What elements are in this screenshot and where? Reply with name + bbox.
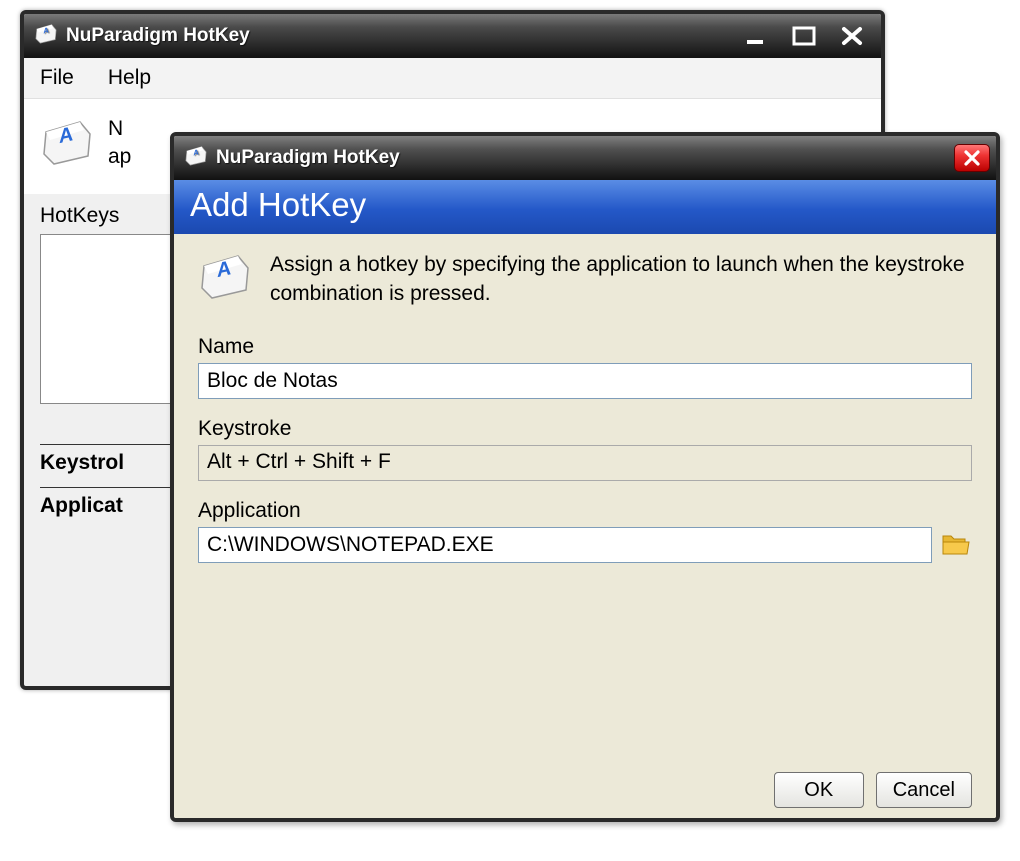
dialog-close-button[interactable]	[954, 144, 990, 172]
menu-help[interactable]: Help	[102, 62, 157, 94]
close-button[interactable]	[831, 22, 873, 50]
application-input[interactable]	[198, 527, 932, 563]
add-hotkey-dialog: A NuParadigm HotKey Add HotKey A Assign …	[170, 132, 1000, 822]
app-icon: A	[34, 22, 58, 50]
name-label: Name	[198, 335, 972, 359]
keycap-icon: A	[198, 250, 252, 305]
minimize-button[interactable]	[735, 22, 777, 50]
main-description: N ap	[108, 115, 131, 172]
menu-file[interactable]: File	[34, 62, 80, 94]
desc-line-2: ap	[108, 143, 131, 171]
dialog-description: Assign a hotkey by specifying the applic…	[270, 250, 972, 309]
main-title: NuParadigm HotKey	[66, 25, 250, 47]
dialog-header-text: Add HotKey	[190, 186, 366, 223]
browse-folder-icon[interactable]	[940, 530, 972, 560]
application-label: Application	[198, 499, 972, 523]
desc-line-1: N	[108, 115, 131, 143]
keystroke-field[interactable]: Alt + Ctrl + Shift + F	[198, 445, 972, 481]
main-titlebar[interactable]: A NuParadigm HotKey	[24, 14, 881, 58]
ok-button[interactable]: OK	[774, 772, 864, 808]
keystroke-label: Keystroke	[198, 417, 972, 441]
menubar: File Help	[24, 58, 881, 99]
keycap-icon: A	[40, 116, 94, 171]
app-icon: A	[184, 144, 208, 172]
dialog-titlebar[interactable]: A NuParadigm HotKey	[174, 136, 996, 180]
dialog-header: Add HotKey	[174, 180, 996, 234]
cancel-button[interactable]: Cancel	[876, 772, 972, 808]
maximize-button[interactable]	[783, 22, 825, 50]
name-input[interactable]	[198, 363, 972, 399]
dialog-title: NuParadigm HotKey	[216, 147, 400, 169]
